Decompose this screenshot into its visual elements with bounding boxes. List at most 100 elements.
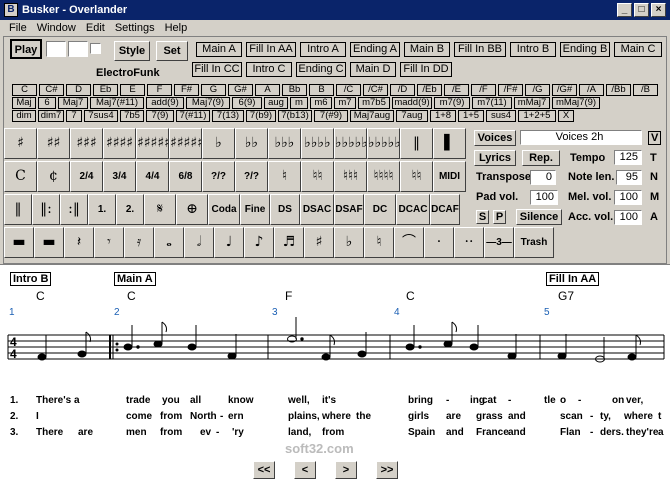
repeat-symbol-button[interactable]: Coda xyxy=(208,194,240,225)
key-signature-button[interactable]: ‖ xyxy=(400,128,433,159)
lyric-syllable[interactable]: know xyxy=(228,395,254,406)
chord-type-button[interactable]: aug xyxy=(264,97,288,109)
chord-root-button[interactable]: /Eb xyxy=(417,84,442,96)
chord-label[interactable]: C xyxy=(127,289,136,303)
lyric-syllable[interactable]: on xyxy=(612,395,624,406)
chord-type-button[interactable]: 7 xyxy=(66,110,82,122)
lyric-syllable[interactable]: ev xyxy=(200,427,211,438)
lyric-syllable[interactable]: - xyxy=(508,395,511,406)
note-symbol-button[interactable]: 𝅝 xyxy=(154,227,184,258)
minimize-button[interactable]: _ xyxy=(617,3,632,17)
chord-type-button[interactable]: mMaj7 xyxy=(514,97,550,109)
chord-type-button[interactable]: Maj7 xyxy=(58,97,88,109)
chord-type-button[interactable]: 7(#11) xyxy=(176,110,210,122)
chord-root-button[interactable]: /G xyxy=(525,84,550,96)
maximize-button[interactable]: □ xyxy=(634,3,649,17)
chord-root-button[interactable]: D xyxy=(66,84,91,96)
lyric-syllable[interactable]: grass xyxy=(476,411,503,422)
chord-type-button[interactable]: Maj7(#11) xyxy=(90,97,144,109)
lyric-syllable[interactable]: from xyxy=(160,411,182,422)
lyric-syllable[interactable]: and xyxy=(508,411,526,422)
lyric-syllable[interactable]: I xyxy=(36,411,39,422)
repeat-symbol-button[interactable]: ⊕ xyxy=(176,194,208,225)
chord-root-button[interactable]: G# xyxy=(228,84,253,96)
lyric-syllable[interactable]: - xyxy=(590,427,593,438)
lyric-syllable[interactable]: o xyxy=(560,395,566,406)
lyric-syllable[interactable]: you xyxy=(162,395,180,406)
lyrics-button[interactable]: Lyrics xyxy=(474,150,516,166)
lyric-syllable[interactable]: - xyxy=(220,411,223,422)
key-signature-button[interactable]: ♭ xyxy=(202,128,235,159)
chord-root-button[interactable]: /F# xyxy=(498,84,523,96)
chord-type-button[interactable]: sus4 xyxy=(486,110,516,122)
repeat-symbol-button[interactable]: DC xyxy=(364,194,396,225)
key-signature-button[interactable]: ♯♯♯♯♯♯ xyxy=(169,128,202,159)
time-signature-button[interactable]: ♮♮♮ xyxy=(334,161,367,192)
note-symbol-button[interactable]: ▬ xyxy=(34,227,64,258)
chord-root-button[interactable]: /B xyxy=(633,84,658,96)
part-intro-a[interactable]: Intro A xyxy=(300,42,346,57)
chord-type-button[interactable]: m7 xyxy=(334,97,356,109)
lyric-syllable[interactable]: from xyxy=(322,427,344,438)
chord-type-button[interactable]: m7b5 xyxy=(358,97,390,109)
lyric-syllable[interactable]: ders. xyxy=(600,427,624,438)
chord-type-button[interactable]: m7(11) xyxy=(472,97,512,109)
chord-root-button[interactable]: Bb xyxy=(282,84,307,96)
time-signature-button[interactable]: 2/4 xyxy=(70,161,103,192)
chord-type-button[interactable]: 7(13) xyxy=(212,110,244,122)
chord-root-button[interactable]: /Bb xyxy=(606,84,631,96)
time-signature-button[interactable]: C xyxy=(4,161,37,192)
chord-root-button[interactable]: /A xyxy=(579,84,604,96)
chord-type-button[interactable]: madd(9) xyxy=(392,97,432,109)
s-button[interactable]: S xyxy=(476,210,489,224)
chord-label[interactable]: G7 xyxy=(558,289,574,303)
repeat-symbol-button[interactable]: 2. xyxy=(116,194,144,225)
key-signature-button[interactable]: ♭♭ xyxy=(235,128,268,159)
chord-label[interactable]: F xyxy=(285,289,292,303)
lyric-syllable[interactable]: the xyxy=(356,411,371,422)
transpose-field[interactable]: 0 xyxy=(530,170,556,185)
lyric-syllable[interactable]: There xyxy=(36,427,63,438)
lyric-syllable[interactable]: are xyxy=(446,411,461,422)
chord-root-button[interactable]: G xyxy=(201,84,226,96)
part-main-c[interactable]: Main C xyxy=(614,42,662,57)
chord-type-button[interactable]: dim xyxy=(12,110,36,122)
chord-root-button[interactable]: Eb xyxy=(93,84,118,96)
lyric-syllable[interactable]: France xyxy=(476,427,509,438)
key-signature-button[interactable]: ♯♯♯♯ xyxy=(103,128,136,159)
chord-root-button[interactable]: /F xyxy=(471,84,496,96)
key-signature-button[interactable]: ♯ xyxy=(4,128,37,159)
part-intro-c[interactable]: Intro C xyxy=(246,62,292,77)
voices-button[interactable]: Voices xyxy=(474,130,516,146)
lyric-syllable[interactable]: North xyxy=(190,411,217,422)
lyric-syllable[interactable]: and xyxy=(446,427,464,438)
part-fill-in-dd[interactable]: Fill In DD xyxy=(400,62,452,77)
repeat-symbol-button[interactable]: DSAC xyxy=(300,194,334,225)
chord-type-button[interactable]: 7(b13) xyxy=(278,110,312,122)
lyric-syllable[interactable]: a xyxy=(658,427,664,438)
time-signature-button[interactable]: 3/4 xyxy=(103,161,136,192)
chord-type-button[interactable]: X xyxy=(558,110,574,122)
time-signature-button[interactable]: ¢ xyxy=(37,161,70,192)
chord-type-button[interactable]: add(9) xyxy=(146,97,184,109)
chord-type-button[interactable]: 7(#9) xyxy=(314,110,348,122)
lyric-syllable[interactable]: it's xyxy=(322,395,336,406)
score-view[interactable]: 4 4 Intro B Main A Fill In AA C C F C G7… xyxy=(0,264,670,502)
part-fill-in-aa[interactable]: Fill In AA xyxy=(246,42,296,57)
chord-type-button[interactable]: Maj7aug xyxy=(350,110,394,122)
note-symbol-button[interactable]: —3— xyxy=(484,227,514,258)
time-signature-button[interactable]: ?/? xyxy=(235,161,268,192)
loop-checkbox[interactable] xyxy=(90,43,101,54)
lyric-syllable[interactable]: tle xyxy=(544,395,556,406)
lyric-syllable[interactable]: Flan xyxy=(560,427,581,438)
lyric-syllable[interactable]: - xyxy=(590,411,593,422)
pad-vol-field[interactable]: 100 xyxy=(530,190,558,205)
note-symbol-button[interactable]: ·· xyxy=(454,227,484,258)
play-button[interactable]: Play xyxy=(10,39,42,59)
chord-root-button[interactable]: /C# xyxy=(363,84,388,96)
silence-button[interactable]: Silence xyxy=(516,209,562,225)
time-signature-button[interactable]: 6/8 xyxy=(169,161,202,192)
lyric-syllable[interactable]: There's a xyxy=(36,395,80,406)
lyric-syllable[interactable]: 'ry xyxy=(232,427,244,438)
rep-button[interactable]: Rep. xyxy=(522,150,560,166)
